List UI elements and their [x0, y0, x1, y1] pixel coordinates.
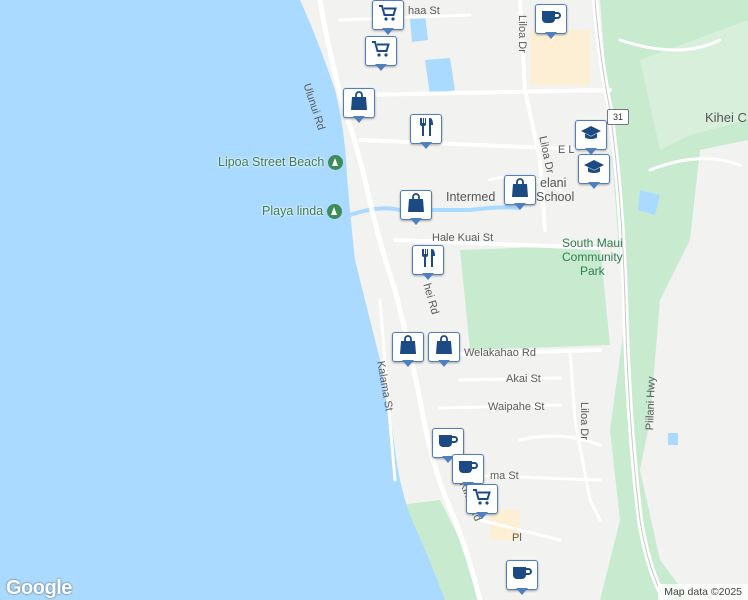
bag-icon — [399, 334, 417, 360]
marker-box — [343, 88, 375, 118]
marker-box — [506, 560, 538, 590]
cart-icon — [371, 40, 391, 63]
marker-pointer — [410, 218, 422, 225]
graduation-cap-icon — [580, 124, 602, 147]
marker-box — [535, 4, 567, 34]
road-label-liloa-upper: Liloa Dr — [516, 15, 528, 53]
marker-shop-2[interactable] — [400, 190, 432, 226]
marker-pointer — [382, 28, 394, 35]
cup-icon — [437, 432, 459, 455]
cup-icon — [457, 458, 479, 481]
marker-box — [412, 245, 444, 275]
road-label-ohaa: haa St — [408, 5, 440, 17]
route-shield: 31 — [607, 109, 629, 125]
park-label-line-2: Community — [562, 250, 623, 264]
marker-pointer — [375, 64, 387, 71]
road-label-akai: Akai St — [506, 373, 541, 385]
marker-box — [410, 114, 442, 144]
bag-icon — [511, 177, 529, 203]
bag-icon — [407, 192, 425, 218]
road-label-welakahao: Welakahao Rd — [464, 347, 536, 359]
road-label-waipahe: Waipahe St — [488, 401, 545, 413]
marker-pointer — [420, 142, 432, 149]
road-label-ma-st: ma St — [490, 470, 519, 482]
marker-restaurant-1[interactable] — [410, 114, 442, 150]
pond — [425, 58, 455, 95]
marker-grocery-1[interactable] — [372, 0, 404, 36]
poi-label: Playa linda — [262, 204, 324, 218]
marker-pointer — [514, 203, 526, 210]
school-label-part-a: Intermed — [446, 190, 496, 204]
pool — [668, 433, 678, 445]
cup-icon — [511, 564, 533, 587]
marker-shop-4[interactable] — [392, 332, 424, 368]
marker-shop-1[interactable] — [343, 88, 375, 124]
marker-box — [575, 120, 607, 150]
marker-pointer — [438, 360, 450, 367]
bag-icon — [350, 90, 368, 116]
marker-pointer — [422, 273, 434, 280]
marker-restaurant-2[interactable] — [412, 245, 444, 281]
park-label-line-1: South Maui — [562, 236, 623, 250]
marker-school-2[interactable] — [578, 154, 610, 190]
cutlery-icon — [419, 248, 437, 273]
cart-icon — [378, 4, 398, 27]
marker-box — [466, 484, 498, 514]
marker-box — [400, 190, 432, 220]
marker-pointer — [516, 588, 528, 595]
marker-school-1[interactable] — [575, 120, 607, 156]
place-label-kihei-c: Kihei C — [705, 110, 747, 125]
marker-cafe-4[interactable] — [506, 560, 538, 596]
park-icon — [327, 204, 343, 220]
marker-shop-5[interactable] — [428, 332, 460, 368]
road-label-e-lipoa: E L — [558, 144, 575, 156]
marker-box — [365, 36, 397, 66]
cutlery-icon — [417, 117, 435, 142]
graduation-cap-icon — [583, 158, 605, 181]
road-label-piilani: Piilani Hwy — [644, 376, 658, 431]
marker-shop-3[interactable] — [504, 175, 536, 211]
cart-icon — [472, 488, 492, 511]
poi-label: Lipoa Street Beach — [218, 155, 325, 169]
marker-box — [428, 332, 460, 362]
pond-2 — [410, 15, 428, 42]
marker-pointer — [588, 182, 600, 189]
marker-pointer — [402, 360, 414, 367]
road-label-liloa-lower: Liloa Dr — [578, 402, 590, 440]
cup-icon — [540, 8, 562, 31]
school-label-part-b: School — [536, 190, 575, 204]
road-label-pl: Pl — [512, 532, 522, 544]
marker-box — [452, 454, 484, 484]
park-label-south-maui: South Maui Community Park — [562, 236, 623, 278]
road-label-hale-kuai: Hale Kuai St — [432, 232, 494, 244]
google-logo[interactable]: Google — [6, 577, 72, 600]
park-icon — [328, 155, 344, 171]
marker-box — [504, 175, 536, 205]
marker-cafe-1[interactable] — [535, 4, 567, 40]
marker-grocery-2[interactable] — [365, 36, 397, 72]
bag-icon — [435, 334, 453, 360]
map-data-attribution[interactable]: Map data ©2025 — [658, 584, 748, 600]
marker-pointer — [545, 32, 557, 39]
marker-pointer — [476, 512, 488, 519]
park-label-line-3: Park — [580, 264, 605, 278]
school-label-part-c: elani — [540, 176, 567, 190]
marker-grocery-3[interactable] — [466, 484, 498, 520]
marker-pointer — [353, 116, 365, 123]
marker-box — [372, 0, 404, 30]
marker-box — [392, 332, 424, 362]
poi-lipoa-street-beach[interactable]: Lipoa Street Beach — [218, 155, 344, 171]
marker-box — [578, 154, 610, 184]
poi-playa-linda[interactable]: Playa linda — [262, 204, 343, 220]
